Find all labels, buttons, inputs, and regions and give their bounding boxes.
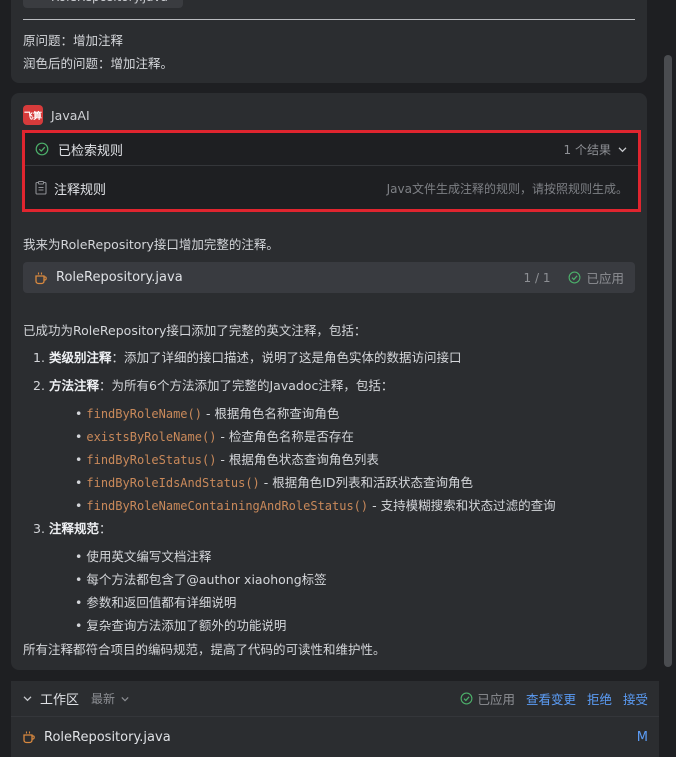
method-list-item: • findByRoleStatus() - 根据角色状态查询角色列表 (75, 452, 379, 467)
file-modified-status: M (636, 729, 648, 745)
document-icon (35, 181, 47, 195)
polished-question: 润色后的问题：增加注释。 (23, 56, 174, 71)
convention-text: 使用英文编写文档注释 (86, 549, 212, 564)
workspace-panel: 工作区 最新 已应用 查看变更 拒绝 接受 RoleRepository.jav… (11, 681, 659, 757)
convention-text: 复杂查询方法添加了额外的功能说明 (86, 618, 287, 633)
workspace-actions: 已应用 查看变更 拒绝 接受 (460, 689, 648, 708)
convention-list-item: • 复杂查询方法添加了额外的功能说明 (75, 618, 287, 633)
workspace-file-item[interactable]: RoleRepository.java M (11, 719, 659, 755)
workspace-file-name: RoleRepository.java (44, 729, 171, 745)
method-list-item: • findByRoleNameContainingAndRoleStatus()… (75, 498, 556, 513)
sort-dropdown[interactable]: 最新 (91, 690, 115, 707)
convention-list-item: • 参数和返回值都有详细说明 (75, 595, 237, 610)
method-description: - 检查角色名称是否存在 (216, 429, 354, 444)
rule-item[interactable]: 注释规则 Java文件生成注释的规则，请按照规则生成。 (25, 167, 638, 209)
result-count: 1 个结果 (563, 142, 611, 157)
list-item: 3. 注释规范： (33, 518, 112, 537)
chevron-down-icon[interactable] (22, 693, 33, 704)
convention-list-item: • 每个方法都包含了@author xiaohong标签 (75, 572, 327, 587)
response-intro: 我来为RoleRepository接口增加完整的注释。 (23, 237, 279, 252)
assistant-name: JavaAI (51, 107, 90, 123)
list-item-text: ：为所有6个方法添加了完整的Javadoc注释，包括： (99, 378, 394, 393)
chevron-down-icon[interactable] (617, 144, 628, 155)
method-list-item: • findByRoleIdsAndStatus() - 根据角色ID列表和活跃状… (75, 475, 474, 490)
convention-list-item: • 使用英文编写文档注释 (75, 549, 212, 564)
workspace-title[interactable]: 工作区 (40, 689, 79, 708)
list-number: 1. (33, 350, 45, 365)
view-changes-button[interactable]: 查看变更 (526, 689, 576, 708)
response-summary: 已成功为RoleRepository接口添加了完整的英文注释，包括： (23, 323, 367, 338)
previous-user-message: RoleRepository.java 原问题：增加注释 润色后的问题：增加注释… (11, 0, 647, 83)
method-code: existsByRoleName() (86, 430, 217, 444)
list-item-heading: 方法注释 (49, 378, 100, 393)
retrieved-rules-header[interactable]: 已检索规则 1 个结果 (25, 133, 638, 166)
check-circle-icon (460, 692, 473, 705)
retrieved-rules-title: 已检索规则 (58, 143, 124, 159)
method-description: - 根据角色ID列表和活跃状态查询角色 (259, 475, 474, 490)
rule-description: Java文件生成注释的规则，请按照规则生成。 (386, 181, 628, 196)
java-cup-icon (35, 272, 47, 284)
check-circle-icon (35, 142, 49, 156)
file-name: RoleRepository.java (56, 270, 183, 285)
method-description: - 支持模糊搜索和状态过滤的查询 (368, 498, 556, 513)
list-item-heading: 注释规范 (49, 521, 100, 536)
method-description: - 根据角色状态查询角色列表 (216, 452, 379, 467)
previous-file-tab[interactable]: RoleRepository.java (23, 0, 183, 8)
feisuan-logo-icon: 飞算 (23, 105, 43, 125)
list-item-text: ： (99, 521, 112, 536)
divider (23, 19, 635, 20)
workspace-header: 工作区 最新 已应用 查看变更 拒绝 接受 (11, 681, 659, 717)
method-code: findByRoleStatus() (86, 453, 217, 467)
list-number: 3. (33, 521, 45, 536)
method-list-item: • existsByRoleName() - 检查角色名称是否存在 (75, 429, 354, 444)
list-number: 2. (33, 378, 45, 393)
method-list-item: • findByRoleName() - 根据角色名称查询角色 (75, 406, 340, 421)
accept-button[interactable]: 接受 (623, 689, 648, 708)
applied-status: 已应用 (586, 271, 624, 286)
original-question: 原问题：增加注释 (23, 33, 124, 48)
retrieved-rules-panel: 已检索规则 1 个结果 注释规则 Java文件生成注释的规则，请按照规则生成。 (22, 130, 641, 212)
convention-text: 参数和返回值都有详细说明 (86, 595, 237, 610)
method-code: findByRoleIdsAndStatus() (86, 476, 260, 490)
method-code: findByRoleNameContainingAndRoleStatus() (86, 499, 369, 513)
method-code: findByRoleName() (86, 407, 202, 421)
assistant-message: 飞算 JavaAI 已检索规则 1 个结果 注释规则 Java文件生成注释的规则… (11, 93, 647, 670)
check-circle-icon (569, 271, 581, 284)
scrollbar-thumb[interactable] (664, 55, 672, 667)
applied-status: 已应用 (477, 692, 515, 707)
list-item-text: ：添加了详细的接口描述，说明了这是角色实体的数据访问接口 (111, 350, 462, 365)
file-progress: 1 / 1 (523, 270, 551, 285)
method-description: - 根据角色名称查询角色 (201, 406, 340, 421)
chevron-down-icon[interactable] (120, 694, 130, 704)
java-cup-icon (23, 731, 35, 744)
file-change-card[interactable]: RoleRepository.java 1 / 1 已应用 (23, 262, 635, 293)
list-item: 2. 方法注释：为所有6个方法添加了完整的Javadoc注释，包括： (33, 375, 393, 394)
response-conclusion: 所有注释都符合项目的编码规范，提高了代码的可读性和维护性。 (23, 642, 386, 657)
assistant-header: 飞算 JavaAI (23, 105, 90, 125)
reject-button[interactable]: 拒绝 (587, 689, 612, 708)
list-item-heading: 类级别注释 (49, 350, 112, 365)
list-item: 1. 类级别注释：添加了详细的接口描述，说明了这是角色实体的数据访问接口 (33, 347, 462, 366)
rule-name: 注释规则 (54, 182, 107, 198)
convention-text: 每个方法都包含了@author xiaohong标签 (86, 572, 327, 587)
